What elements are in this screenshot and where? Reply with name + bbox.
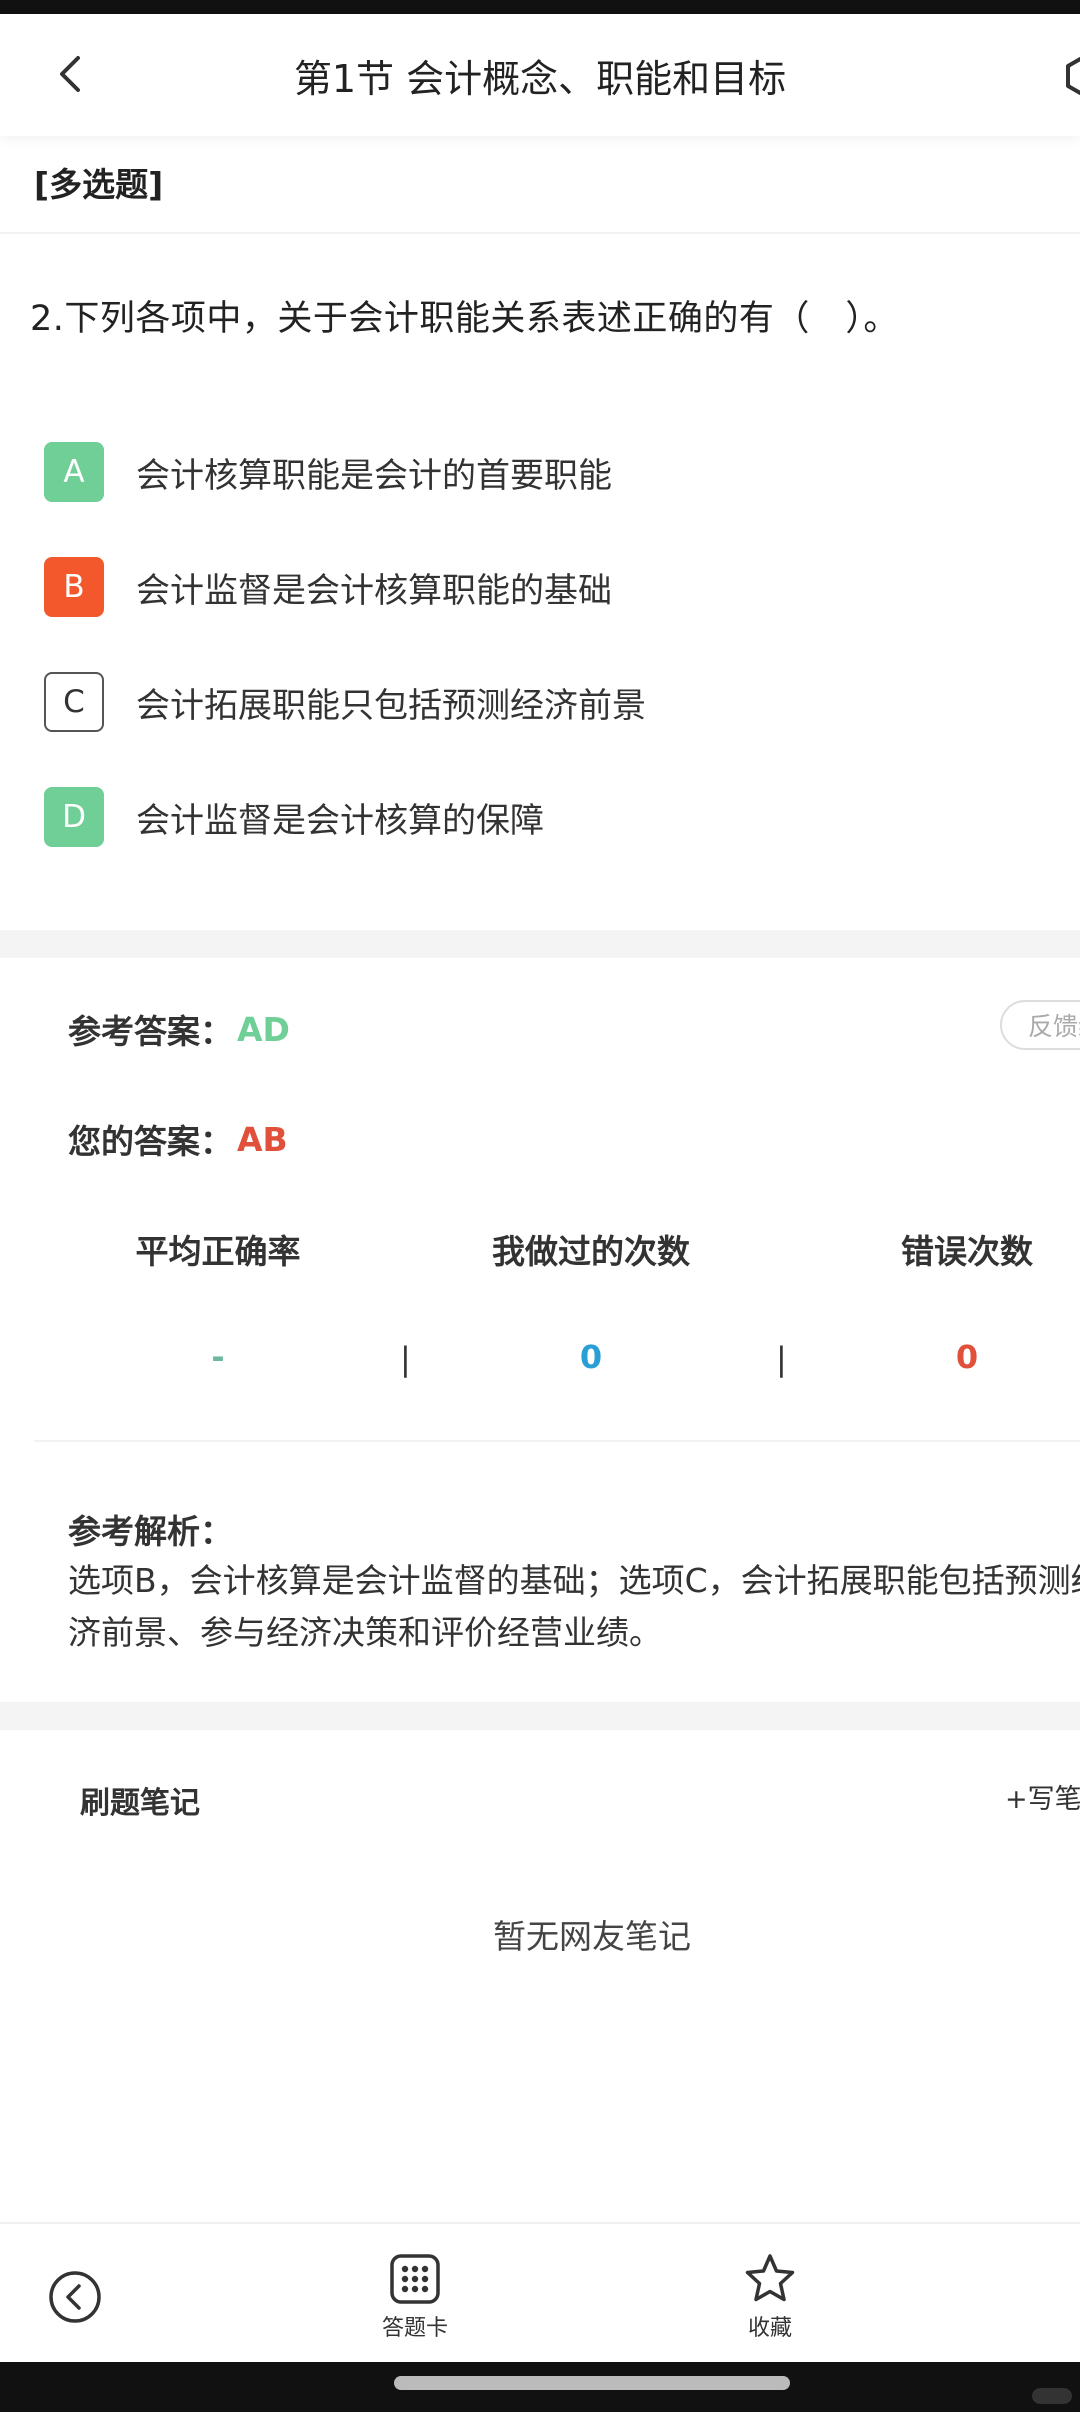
my-answer-label: 您的答案：	[68, 1122, 233, 1161]
option-d[interactable]: D 会计监督是会计核算的保障	[44, 787, 1064, 847]
error-count-value: 0	[955, 1338, 979, 1376]
option-letter-badge: B	[44, 557, 104, 617]
page-title: 第1节 会计概念、职能和目标	[293, 57, 787, 101]
stat-separator: |	[776, 1340, 787, 1378]
analysis-text: 选项B，会计核算是会计监督的基础；选项C，会计拓展职能包括预测经济前景、参与经济…	[68, 1561, 1080, 1652]
section-separator	[0, 1702, 1080, 1730]
answer-card-button[interactable]: 答题卡	[382, 2252, 448, 2342]
option-text: 会计拓展职能只包括预测经济前景	[136, 685, 646, 726]
divider	[0, 232, 1080, 234]
analysis-title: 参考解析：	[68, 1512, 233, 1551]
write-note-button[interactable]: +写笔记	[1005, 1777, 1080, 1816]
feedback-button[interactable]: 反馈纠错	[1000, 1000, 1080, 1050]
favorite-button[interactable]: 收藏	[742, 2252, 798, 2342]
grid-icon	[390, 2254, 440, 2304]
settings-icon[interactable]	[1062, 54, 1080, 98]
home-indicator[interactable]	[394, 2376, 790, 2390]
option-c[interactable]: C 会计拓展职能只包括预测经济前景	[44, 672, 1064, 732]
star-icon	[745, 2254, 795, 2302]
reference-answer-value: AD	[237, 1009, 290, 1049]
section-separator	[0, 930, 1080, 958]
my-answer-value: AB	[237, 1119, 288, 1159]
top-app-bar: 第1节 会计概念、职能和目标	[0, 14, 1080, 136]
question-text: 2.下列各项中，关于会计职能关系表述正确的有（ ）。	[30, 299, 899, 339]
answer-card-label: 答题卡	[382, 2316, 449, 2341]
avg-rate-value: -	[211, 1338, 225, 1376]
circle-chevron-left-icon	[49, 2271, 101, 2323]
option-text: 会计核算职能是会计的首要职能	[136, 455, 612, 496]
previous-button[interactable]	[48, 2270, 102, 2324]
done-count-label: 我做过的次数	[492, 1232, 690, 1271]
option-b[interactable]: B 会计监督是会计核算职能的基础	[44, 557, 1064, 617]
reference-answer-label: 参考答案：	[68, 1012, 233, 1051]
option-letter-badge: A	[44, 442, 104, 502]
status-bar	[0, 0, 1080, 14]
option-letter-badge: C	[44, 672, 104, 732]
done-count-value: 0	[579, 1338, 603, 1376]
my-answer: 您的答案： AB	[68, 1115, 288, 1163]
question-type-label: [多选题]	[34, 165, 164, 204]
option-letter-badge: D	[44, 787, 104, 847]
divider	[34, 1440, 1080, 1442]
stat-separator: |	[400, 1340, 411, 1378]
option-text: 会计监督是会计核算职能的基础	[136, 570, 612, 611]
option-a[interactable]: A 会计核算职能是会计的首要职能	[44, 442, 1064, 502]
avg-rate-label: 平均正确率	[135, 1232, 301, 1271]
error-count-label: 错误次数	[901, 1232, 1033, 1271]
watermark-logo	[1032, 2388, 1072, 2404]
option-text: 会计监督是会计核算的保障	[136, 800, 544, 841]
bottom-toolbar: 答题卡 收藏	[0, 2222, 1080, 2362]
empty-notes-text: 暂无网友笔记	[493, 1917, 691, 1956]
notes-title: 刷题笔记	[80, 1786, 200, 1821]
favorite-label: 收藏	[747, 2316, 792, 2341]
reference-answer: 参考答案： AD	[68, 1005, 290, 1053]
